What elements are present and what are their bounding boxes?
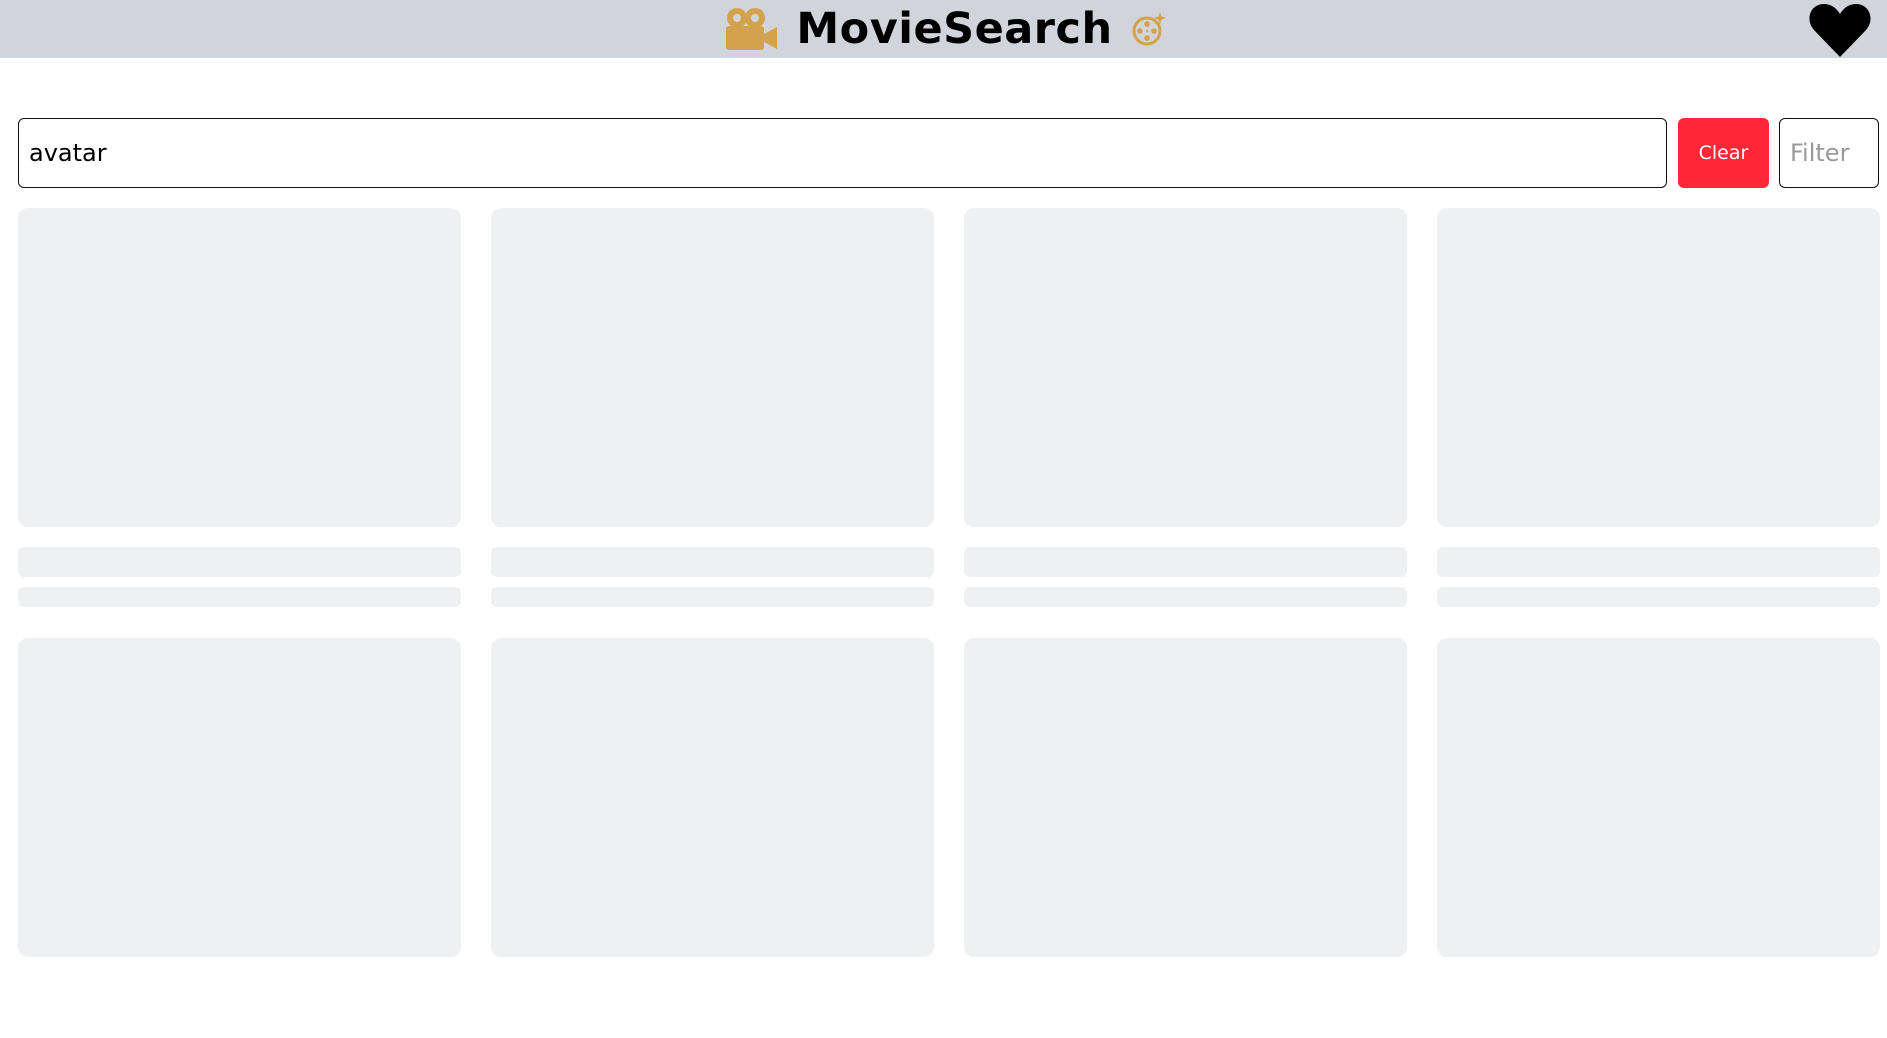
favorites-button[interactable] — [1808, 2, 1872, 58]
clear-button[interactable]: Clear — [1678, 118, 1769, 188]
skeleton-title-line — [964, 547, 1407, 577]
app-title: MovieSearch — [796, 4, 1113, 54]
skeleton-subtitle-line — [1437, 587, 1880, 607]
skeleton-poster — [18, 638, 461, 957]
skeleton-poster — [1437, 638, 1880, 957]
skeleton-poster — [1437, 208, 1880, 527]
skeleton-card — [18, 208, 461, 608]
movie-camera-icon — [726, 8, 778, 50]
skeleton-card — [964, 208, 1407, 608]
skeleton-card — [1437, 208, 1880, 608]
skeleton-poster — [491, 638, 934, 957]
film-reel-sparkle-icon — [1132, 12, 1166, 46]
skeleton-poster — [964, 208, 1407, 527]
results-grid — [18, 208, 1880, 1038]
skeleton-subtitle-line — [18, 587, 461, 607]
skeleton-subtitle-line — [491, 587, 934, 607]
skeleton-card — [491, 208, 934, 608]
skeleton-poster — [491, 208, 934, 527]
brand-inner: MovieSearch — [724, 0, 1166, 58]
skeleton-title-line — [491, 547, 934, 577]
skeleton-poster — [964, 638, 1407, 957]
skeleton-poster — [18, 208, 461, 527]
skeleton-card — [491, 638, 934, 1038]
skeleton-subtitle-line — [964, 587, 1407, 607]
search-input[interactable] — [18, 118, 1667, 188]
skeleton-card — [1437, 638, 1880, 1038]
filter-input[interactable] — [1779, 118, 1879, 188]
skeleton-card — [964, 638, 1407, 1038]
skeleton-title-line — [18, 547, 461, 577]
brand: MovieSearch — [0, 0, 1887, 58]
heart-icon — [1809, 4, 1871, 57]
skeleton-card — [18, 638, 461, 1038]
skeleton-title-line — [1437, 547, 1880, 577]
